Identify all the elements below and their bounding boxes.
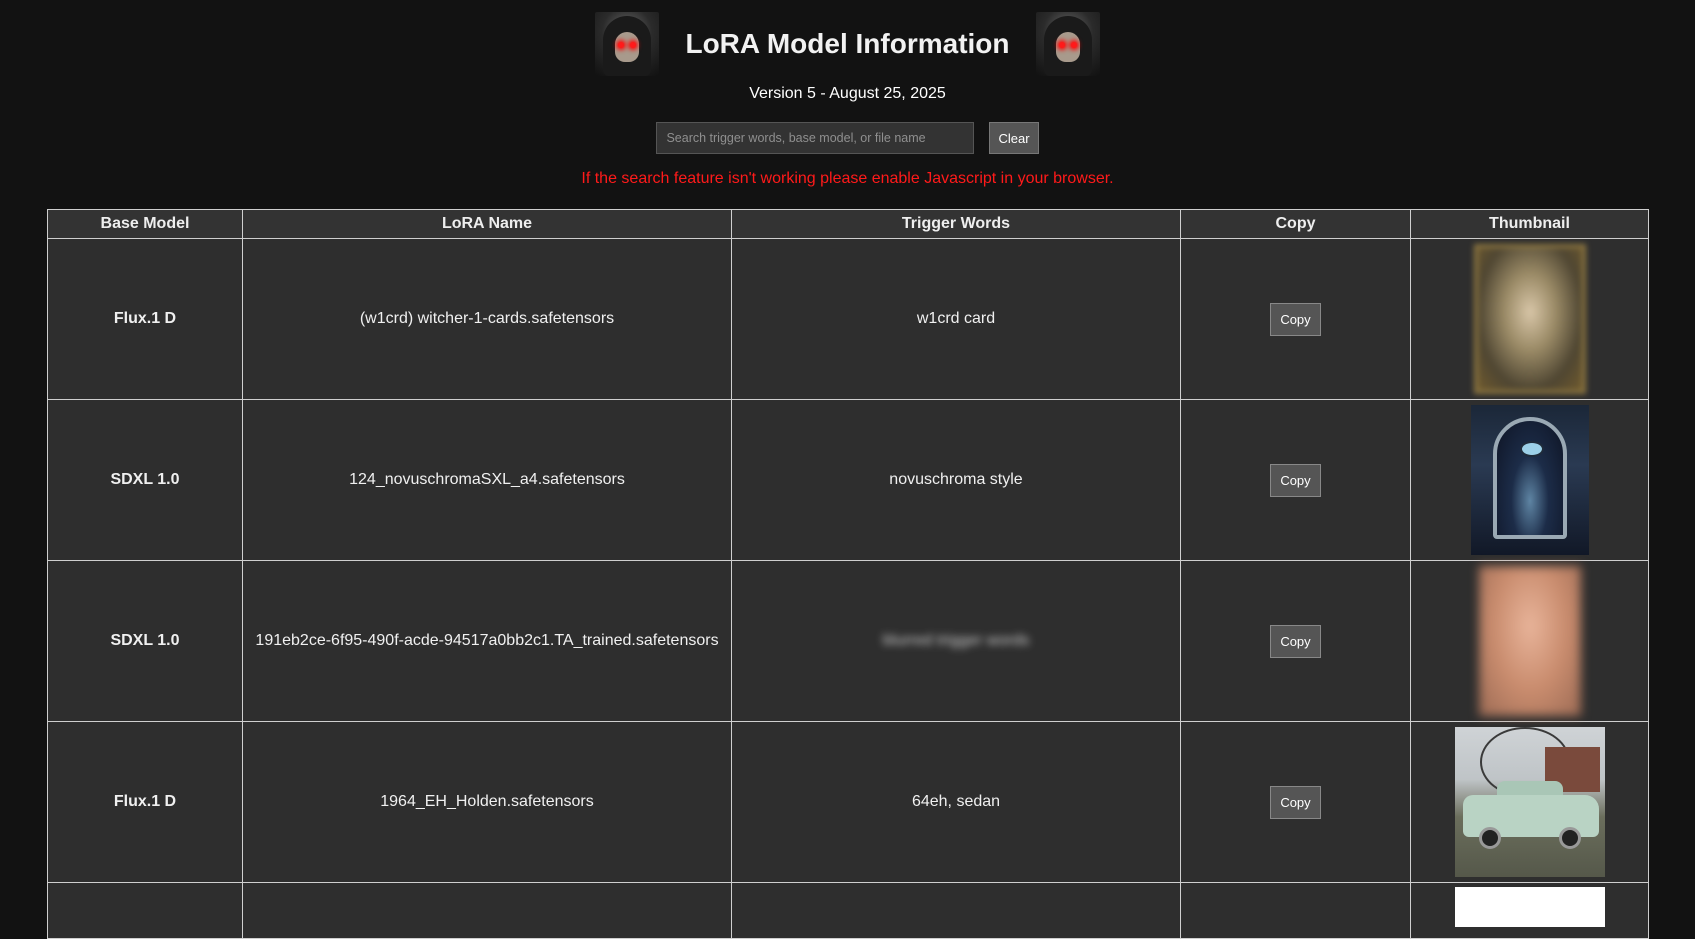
trigger-words-cell: 64eh, sedan xyxy=(731,721,1181,883)
column-header-lora-name[interactable]: LoRA Name xyxy=(242,209,732,239)
copy-button[interactable]: Copy xyxy=(1270,463,1321,497)
lora-name-cell xyxy=(242,882,732,939)
version-label: Version 5 - August 25, 2025 xyxy=(749,85,946,102)
table-row: SDXL 1.0 191eb2ce-6f95-490f-acde-94517a0… xyxy=(47,560,1649,722)
column-header-thumbnail: Thumbnail xyxy=(1410,209,1649,239)
table-row: Flux.1 D (w1crd) witcher-1-cards.safeten… xyxy=(47,238,1649,400)
copy-button[interactable]: Copy xyxy=(1270,785,1321,819)
thumbnail-cell xyxy=(1410,882,1649,939)
column-header-trigger-words[interactable]: Trigger Words xyxy=(731,209,1181,239)
search-bar: Clear xyxy=(0,122,1695,154)
lora-table: Base Model LoRA Name Trigger Words Copy … xyxy=(47,209,1649,939)
copy-cell: Copy xyxy=(1180,399,1411,561)
lora-name-cell: 1964_EH_Holden.safetensors xyxy=(242,721,732,883)
thumbnail-cell xyxy=(1410,721,1649,883)
thumbnail-cell xyxy=(1410,560,1649,722)
lora-name-cell: 124_novuschromaSXL_a4.safetensors xyxy=(242,399,732,561)
base-model-cell: SDXL 1.0 xyxy=(47,399,243,561)
lora-name-cell: 191eb2ce-6f95-490f-acde-94517a0bb2c1.TA_… xyxy=(242,560,732,722)
lora-name-cell: (w1crd) witcher-1-cards.safetensors xyxy=(242,238,732,400)
column-header-copy: Copy xyxy=(1180,209,1411,239)
car-thumbnail[interactable] xyxy=(1454,727,1605,877)
column-header-base-model[interactable]: Base Model xyxy=(47,209,243,239)
javascript-warning: If the search feature isn't working plea… xyxy=(581,170,1114,187)
hooded-skull-icon xyxy=(1035,12,1100,76)
white-thumbnail[interactable] xyxy=(1454,887,1605,927)
blurred-trigger-words: blurred trigger words xyxy=(882,632,1030,649)
title-row: LoRA Model Information xyxy=(0,12,1695,76)
trigger-words-cell: blurred trigger words xyxy=(731,560,1181,722)
trigger-words-cell: w1crd card xyxy=(731,238,1181,400)
trigger-words-cell xyxy=(731,882,1181,939)
base-model-cell: Flux.1 D xyxy=(47,721,243,883)
table-row xyxy=(47,882,1649,939)
copy-cell: Copy xyxy=(1180,560,1411,722)
table-row: SDXL 1.0 124_novuschromaSXL_a4.safetenso… xyxy=(47,399,1649,561)
copy-button[interactable]: Copy xyxy=(1270,624,1321,658)
copy-cell: Copy xyxy=(1180,238,1411,400)
copy-cell: Copy xyxy=(1180,721,1411,883)
copy-button[interactable]: Copy xyxy=(1270,302,1321,336)
lora-table-container: Base Model LoRA Name Trigger Words Copy … xyxy=(47,209,1649,939)
page-header: LoRA Model Information Version 5 - Augus… xyxy=(0,0,1695,200)
base-model-cell: Flux.1 D xyxy=(47,238,243,400)
table-row: Flux.1 D 1964_EH_Holden.safetensors 64eh… xyxy=(47,721,1649,883)
copy-cell xyxy=(1180,882,1411,939)
base-model-cell xyxy=(47,882,243,939)
base-model-cell: SDXL 1.0 xyxy=(47,560,243,722)
search-input[interactable] xyxy=(656,122,975,154)
hooded-skull-icon xyxy=(595,12,660,76)
blurred-thumbnail[interactable] xyxy=(1478,566,1581,716)
clear-button[interactable]: Clear xyxy=(989,122,1039,154)
thumbnail-cell xyxy=(1410,399,1649,561)
page-title: LoRA Model Information xyxy=(685,28,1010,59)
thumbnail-cell xyxy=(1410,238,1649,400)
table-header-row: Base Model LoRA Name Trigger Words Copy … xyxy=(47,209,1649,239)
card-thumbnail[interactable] xyxy=(1473,244,1586,394)
mystic-arch-thumbnail[interactable] xyxy=(1470,405,1589,555)
trigger-words-cell: novuschroma style xyxy=(731,399,1181,561)
